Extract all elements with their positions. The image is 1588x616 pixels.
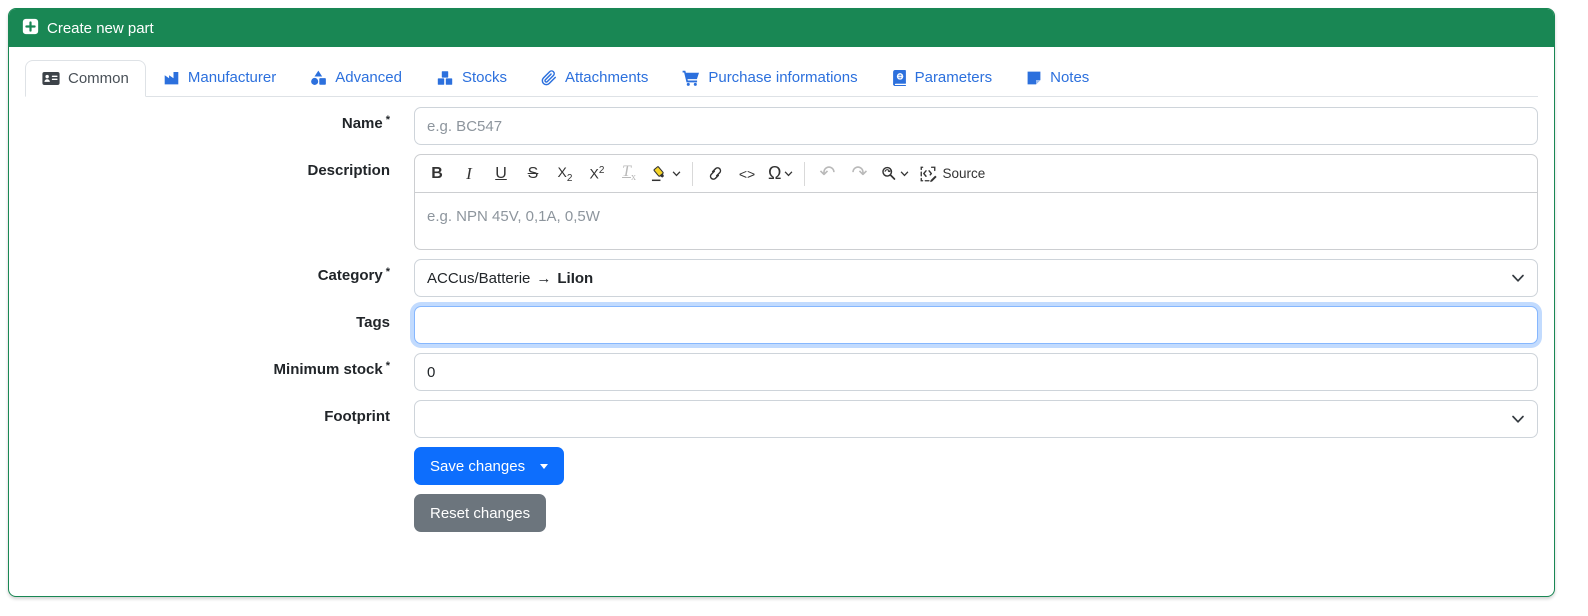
tab-notes[interactable]: Notes [1009,59,1106,96]
category-select[interactable]: ACCus/Batterie → LiIon [414,259,1538,297]
tab-purchase-informations[interactable]: Purchase informations [665,59,874,96]
factory-icon [164,71,179,84]
source-code-icon [921,166,938,182]
special-characters-button[interactable]: Ω [764,159,797,189]
redo-button[interactable]: ↷ [844,159,874,189]
underline-button[interactable]: U [486,159,516,189]
find-replace-button[interactable] [876,159,913,189]
card-header: Create new part [9,9,1554,47]
cubes-icon [437,70,453,85]
atlas-book-icon [892,69,906,86]
description-row: Description B I U S X2 X2 Tx <> Ω ↶ ↷ So… [25,154,1538,250]
name-label: Name * [341,114,390,132]
editor-toolbar: B I U S X2 X2 Tx <> Ω ↶ ↷ Source [415,155,1537,193]
undo-button[interactable]: ↶ [812,159,842,189]
toolbar-separator [692,161,693,186]
tab-common[interactable]: Common [25,60,146,97]
highlighter-icon [651,166,665,182]
category-selected-value: ACCus/Batterie → LiIon [427,269,594,287]
tab-label: Advanced [335,69,402,86]
italic-button[interactable]: I [454,159,484,189]
category-row: Category * ACCus/Batterie → LiIon [25,259,1538,297]
description-editable-area[interactable]: e.g. NPN 45V, 0,1A, 0,5W [415,193,1537,249]
source-button[interactable]: Source [915,159,989,189]
footprint-label: Footprint [324,408,390,425]
required-asterisk: * [385,266,390,278]
tab-label: Attachments [564,69,649,86]
chevron-down-icon [672,170,681,176]
name-input[interactable] [414,107,1538,145]
page-title: Create new part [47,19,154,37]
rich-text-editor: B I U S X2 X2 Tx <> Ω ↶ ↷ Source e.g. NP… [414,154,1538,250]
tab-advanced[interactable]: Advanced [293,59,419,96]
caret-down-icon [540,463,549,469]
link-icon [709,167,721,180]
toolbar-separator [804,161,806,186]
description-placeholder: e.g. NPN 45V, 0,1A, 0,5W [427,208,600,225]
tab-label: Stocks [461,69,507,86]
required-asterisk: * [385,114,390,126]
form-actions: Save changes Reset changes [414,447,1538,532]
id-card-icon [42,71,60,86]
chevron-down-icon [785,170,793,176]
tab-manufacturer[interactable]: Manufacturer [146,59,293,96]
tab-bar: Common Manufacturer Advanced Stocks Atta… [25,59,1538,97]
required-asterisk: * [385,360,390,372]
tab-label: Purchase informations [708,69,858,86]
code-button[interactable]: <> [732,159,762,189]
tab-label: Common [68,70,129,87]
sticky-note-icon [1027,71,1041,84]
minimum-stock-label: Minimum stock * [273,360,390,378]
chevron-down-icon [1512,274,1524,282]
arrow-right: → [536,269,552,287]
save-changes-button[interactable]: Save changes [414,447,565,485]
tab-stocks[interactable]: Stocks [419,59,524,96]
highlight-button[interactable] [646,159,685,189]
footprint-select[interactable] [414,400,1538,438]
strikethrough-button[interactable]: S [518,159,548,189]
chevron-down-icon [1512,415,1524,423]
chevron-down-icon [901,170,909,176]
minimum-stock-row: Minimum stock * [25,353,1538,391]
tags-row: Tags [25,306,1538,344]
minimum-stock-input[interactable] [414,353,1538,391]
tab-label: Notes [1050,69,1090,86]
create-part-card: Create new part Common Manufacturer Adva… [8,8,1555,597]
tags-input[interactable] [414,306,1538,344]
shapes-icon [311,70,327,85]
tab-parameters[interactable]: Parameters [875,59,1010,96]
tags-label: Tags [356,314,390,331]
name-row: Name * [25,107,1538,145]
footprint-row: Footprint [25,400,1538,438]
remove-format-button[interactable]: Tx [614,159,644,189]
category-label: Category * [317,266,390,284]
find-replace-icon [882,166,896,180]
subscript-button[interactable]: X2 [550,159,580,189]
source-label: Source [942,166,986,181]
shopping-cart-icon [682,70,700,86]
plus-square-icon [22,18,39,39]
reset-changes-button[interactable]: Reset changes [414,494,547,532]
tab-label: Manufacturer [187,69,277,86]
tab-label: Parameters [914,69,993,86]
tab-attachments[interactable]: Attachments [524,59,665,96]
paperclip-icon [541,69,556,85]
bold-button[interactable]: B [422,159,452,189]
link-button[interactable] [700,159,730,189]
superscript-button[interactable]: X2 [582,159,612,189]
description-label: Description [307,162,390,179]
create-part-form: Name* Description B I U S X2 [25,97,1538,532]
